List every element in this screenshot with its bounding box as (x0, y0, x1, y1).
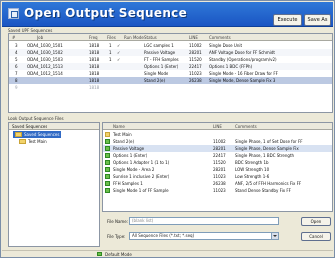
sequence-row[interactable]: 6 ODA4_1012_1513 1818 Options 1 (Enter) … (9, 63, 332, 70)
window-title: Open Output Sequence (24, 6, 188, 20)
file-row[interactable]: Stand 2(e) 11002 Single Phase, 1 of Set … (103, 138, 332, 145)
folder-tree-header: Saved Sequences (9, 123, 99, 130)
col-header-line[interactable]: LINE (213, 123, 222, 130)
sequence-file-icon (105, 167, 110, 172)
col-header-freq[interactable]: Freq (89, 34, 98, 41)
execute-button[interactable]: Execute (273, 14, 302, 26)
col-header-comments[interactable]: Comments (209, 34, 231, 41)
file-type-label: File Type: (107, 234, 126, 239)
check-icon: ✓ (117, 50, 121, 55)
status-icon (97, 252, 102, 256)
output-files-group-label: Look Output Sequence Files (8, 116, 64, 121)
col-header-status[interactable]: Status (144, 34, 157, 41)
sequence-row-selected[interactable]: 8 1818 Stand 2(e) 26238 Single Mode, Den… (9, 77, 332, 84)
sequence-row[interactable]: 9 1818 (9, 84, 332, 91)
col-header-run-mode[interactable]: Run Mode (124, 34, 144, 41)
col-header-comments[interactable]: Comments (235, 123, 257, 130)
file-name-label: File Name: (107, 219, 129, 224)
file-row[interactable]: Sunrise 1 inclusive 2 (Enter) 11023 Low … (103, 173, 332, 180)
col-header-name[interactable]: Name (113, 123, 125, 130)
file-name-input[interactable]: (blank list) (129, 217, 279, 225)
file-type-select[interactable]: All Sequence Files (*.txt; *.seq) (129, 232, 279, 240)
sequence-file-icon (105, 160, 110, 165)
chevron-down-icon[interactable] (271, 233, 278, 239)
folder-tree: Saved Sequences Saved Sequences Test Mai… (8, 122, 100, 247)
file-list: Name LINE Comments Test Main Stand 2(e) … (102, 122, 333, 212)
col-header-files[interactable]: Files (107, 34, 116, 41)
open-output-sequence-window: Open Output Sequence Execute Save As Sav… (0, 0, 335, 258)
folder-icon (19, 139, 26, 144)
file-row[interactable]: FFH Samples 1 26238 ANF, 2/5 of FFH Harm… (103, 180, 332, 187)
sequence-file-icon (105, 181, 110, 186)
col-header-line[interactable]: LINE (189, 34, 198, 41)
check-icon: ✓ (117, 43, 121, 48)
save-as-button[interactable]: Save As (304, 14, 331, 26)
tree-node-test-main[interactable]: Test Main (19, 138, 47, 145)
file-row-selected[interactable]: Passive Voltage 28201 Single Phase, Dens… (103, 145, 332, 152)
status-text: Default Mode (105, 252, 132, 257)
file-list-header: Name LINE Comments (103, 123, 332, 130)
sequence-row[interactable]: 7 ODA4_1012_1514 1818 Single Mode 11023 … (9, 70, 332, 77)
sequence-grid: # Job Freq Files Run Mode Status LINE Co… (8, 33, 333, 113)
file-row[interactable]: Options 1 Adapter 1 (1 to 1) 11520 BDC S… (103, 159, 332, 166)
sequence-row[interactable]: 4 ODA4_1030_1502 1818 1 ✓ Passive Voltag… (9, 49, 332, 56)
tree-node-saved-sequences[interactable]: Saved Sequences (13, 131, 62, 138)
sequence-file-icon (105, 146, 110, 151)
file-row[interactable]: Options 1 (Enter) 22417 Single Phase, 1 … (103, 152, 332, 159)
sequence-file-icon (105, 153, 110, 158)
col-header-num[interactable]: # (12, 34, 15, 41)
file-row[interactable]: Single Mode 1 of FF Sample 11023 Stand D… (103, 187, 332, 194)
sequence-file-icon (105, 139, 110, 144)
open-button[interactable]: Open (301, 217, 331, 226)
check-icon: ✓ (117, 57, 121, 62)
sequence-file-icon (105, 174, 110, 179)
col-header-job[interactable]: Job (37, 34, 43, 41)
sequence-row[interactable]: 5 ODA4_1030_1503 1818 1 ✓ FT - FFH Sampl… (9, 56, 332, 63)
file-row[interactable]: Single Mode - Area 2 28201 LOW Strength … (103, 166, 332, 173)
folder-icon (105, 132, 110, 137)
title-bar: Open Output Sequence Execute Save As (2, 2, 333, 27)
sequence-file-icon (105, 188, 110, 193)
cancel-button[interactable]: Cancel (301, 232, 331, 241)
file-row[interactable]: Test Main (103, 131, 332, 138)
sequence-grid-header: # Job Freq Files Run Mode Status LINE Co… (9, 34, 332, 41)
status-bar: Default Mode (2, 250, 333, 257)
folder-icon (15, 132, 22, 137)
sequence-row[interactable]: 3 ODA4_1030_1501 1818 1 ✓ LGC samples 1 … (9, 42, 332, 49)
app-icon (8, 8, 19, 19)
